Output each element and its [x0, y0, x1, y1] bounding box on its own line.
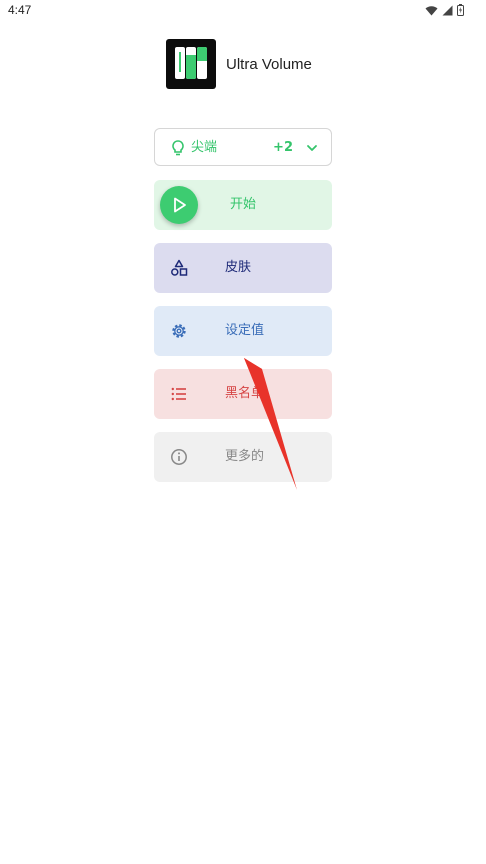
logo-slider-middle [186, 47, 196, 79]
more-label: 更多的 [225, 449, 265, 464]
status-bar: 4:47 [0, 0, 486, 22]
status-clock: 4:47 [8, 3, 32, 17]
app-header: Ultra Volume [166, 39, 312, 89]
list-icon [171, 387, 186, 401]
logo-slider-left [175, 47, 185, 79]
play-icon [174, 197, 186, 213]
profile-extra-count: +2 [273, 140, 293, 155]
settings-label: 设定值 [225, 323, 265, 338]
start-label: 开始 [230, 197, 257, 212]
profile-selector[interactable]: 尖端 +2 [154, 128, 332, 166]
app-logo [166, 39, 216, 89]
gear-icon [172, 324, 186, 338]
play-button-circle[interactable] [160, 186, 198, 224]
skin-label: 皮肤 [225, 260, 252, 275]
profile-label: 尖端 [191, 140, 218, 155]
battery-icon [457, 4, 464, 16]
settings-button[interactable]: 设定值 [154, 306, 332, 356]
blacklist-button[interactable]: 黑名单 [154, 369, 332, 419]
skin-button[interactable]: 皮肤 [154, 243, 332, 293]
blacklist-label: 黑名单 [225, 386, 265, 401]
wifi-icon [425, 5, 438, 15]
chevron-down-icon[interactable] [305, 141, 319, 155]
shapes-icon [171, 259, 188, 276]
info-icon [171, 449, 187, 465]
system-icons [425, 4, 464, 16]
start-button[interactable]: 开始 [154, 180, 332, 230]
more-button[interactable]: 更多的 [154, 432, 332, 482]
logo-slider-right [197, 47, 207, 79]
app-title: Ultra Volume [226, 55, 312, 73]
lightbulb-icon [172, 140, 184, 156]
signal-icon [442, 5, 453, 15]
